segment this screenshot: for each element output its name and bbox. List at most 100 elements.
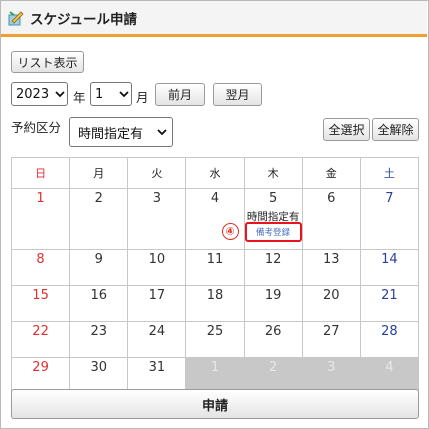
calendar-day-cell[interactable]: 2 (70, 189, 129, 250)
submit-button[interactable]: 申請 (11, 389, 419, 419)
memo-register-link[interactable]: 備考登録 (256, 226, 290, 238)
day-number: 29 (32, 360, 49, 375)
day-number: 10 (148, 252, 166, 267)
month-select-value: 1 (95, 86, 104, 102)
calendar-day-cell[interactable]: 3 (128, 189, 187, 250)
day-number: 2 (268, 360, 278, 375)
prev-month-button[interactable]: 前月 (155, 83, 205, 106)
day-number: 22 (32, 324, 49, 339)
reservation-type-label: 予約区分 (11, 120, 62, 135)
weekday-header: 火 (128, 157, 187, 189)
day-number: 11 (206, 252, 224, 267)
day-number: 21 (381, 288, 398, 303)
page-title: スケジュール申請 (30, 11, 138, 28)
calendar-day-cell[interactable]: 23 (70, 322, 129, 358)
weekday-header: 日 (11, 157, 71, 189)
calendar-day-cell[interactable]: 16 (70, 286, 129, 322)
day-number: 6 (327, 191, 336, 206)
day-number: 15 (32, 288, 49, 303)
calendar-day-cell[interactable]: 18 (186, 286, 245, 322)
calendar-day-cell[interactable]: 24 (128, 322, 187, 358)
day-number: 2 (94, 191, 103, 206)
day-number: 5 (268, 191, 278, 206)
calendar-day-cell[interactable]: 11 (186, 250, 245, 286)
day-number: 9 (94, 252, 103, 267)
calendar-day-cell[interactable]: 28 (360, 322, 419, 358)
reservation-type-value: 時間指定有 (78, 126, 144, 142)
day-number: 4 (210, 191, 220, 206)
day-number: 18 (206, 288, 224, 303)
calendar-day-cell[interactable]: 21 (360, 286, 419, 322)
calendar-day-cell[interactable]: 1 (11, 189, 71, 250)
calendar-day-cell[interactable]: 20 (302, 286, 361, 322)
year-select-value: 2023 (16, 86, 50, 102)
day-number: 16 (90, 288, 107, 303)
day-number: 3 (327, 360, 336, 375)
day-number: 27 (323, 324, 340, 339)
memo-register-highlight: 備考登録 (244, 222, 302, 242)
day-number: 7 (385, 191, 394, 206)
calendar: 日月火水木金土 1 2 3 4 5 時間指定有 備考登録 ④ 6 7 8 9 10 11 12 13 14 15 1… (11, 157, 419, 392)
weekday-header: 金 (302, 157, 361, 189)
day-number: 8 (36, 252, 45, 267)
calendar-week-row: 1 2 3 4 5 時間指定有 備考登録 ④ 6 7 (11, 189, 419, 250)
day-number: 24 (148, 324, 166, 339)
next-month-button[interactable]: 翌月 (213, 83, 262, 106)
day-number: 3 (152, 191, 161, 206)
calendar-day-cell[interactable]: 25 (186, 322, 245, 358)
day-number: 20 (323, 288, 340, 303)
calendar-day-cell[interactable]: 22 (11, 322, 71, 358)
day-number: 4 (385, 360, 394, 375)
clear-all-button[interactable]: 全解除 (372, 118, 419, 141)
calendar-day-cell[interactable]: 15 (11, 286, 71, 322)
calendar-day-cell-other-month: 2 (244, 358, 303, 392)
day-number: 17 (148, 288, 166, 303)
day-number: 12 (264, 252, 282, 267)
calendar-header: 日月火水木金土 (11, 157, 419, 189)
calendar-day-cell[interactable]: 19 (244, 286, 303, 322)
calendar-day-cell[interactable]: 29 (11, 358, 71, 392)
calendar-day-cell[interactable]: 5 時間指定有 備考登録 ④ (221, 189, 303, 250)
calendar-week-row: 15 16 17 18 19 20 21 (11, 286, 419, 322)
calendar-week-row: 22 23 24 25 26 27 28 (11, 322, 419, 358)
calendar-day-cell[interactable]: 8 (11, 250, 71, 286)
chevron-down-icon (53, 90, 67, 98)
day-number: 23 (90, 324, 107, 339)
day-number: 19 (264, 288, 282, 303)
day-number: 28 (381, 324, 398, 339)
calendar-day-cell[interactable]: 6 (302, 189, 361, 250)
title-bar: スケジュール申請 (1, 1, 427, 37)
calendar-day-cell-other-month: 4 (360, 358, 419, 392)
chevron-down-icon (152, 128, 172, 136)
calendar-week-row: 8 9 10 11 12 13 14 (11, 250, 419, 286)
day-number: 1 (210, 360, 220, 375)
calendar-day-cell[interactable]: 31 (128, 358, 187, 392)
calendar-day-cell[interactable]: 27 (302, 322, 361, 358)
day-number: 25 (206, 324, 224, 339)
calendar-day-cell[interactable]: 26 (244, 322, 303, 358)
month-select[interactable]: 1 (90, 82, 132, 106)
calendar-day-cell[interactable]: 7 (360, 189, 419, 250)
day-number: 31 (148, 360, 166, 375)
calendar-day-cell[interactable]: 12 (244, 250, 303, 286)
calendar-day-cell[interactable]: 17 (128, 286, 187, 322)
calendar-day-cell[interactable]: 14 (360, 250, 419, 286)
year-select[interactable]: 2023 (11, 82, 68, 106)
day-number: 1 (36, 191, 45, 206)
step-marker-badge: ④ (221, 223, 239, 240)
reservation-type-select[interactable]: 時間指定有 (69, 117, 173, 147)
weekday-header: 木 (244, 157, 303, 189)
calendar-day-cell-other-month: 1 (186, 358, 245, 392)
day-number: 14 (381, 252, 398, 267)
list-view-button[interactable]: リスト表示 (11, 51, 84, 73)
year-label: 年 (73, 90, 86, 105)
day-number: 13 (323, 252, 340, 267)
calendar-day-cell[interactable]: 9 (70, 250, 129, 286)
select-all-button[interactable]: 全選択 (323, 118, 370, 141)
calendar-day-cell-other-month: 3 (302, 358, 361, 392)
month-label: 月 (136, 90, 149, 105)
calendar-day-cell[interactable]: 4 (186, 189, 245, 250)
calendar-day-cell[interactable]: 30 (70, 358, 129, 392)
calendar-day-cell[interactable]: 10 (128, 250, 187, 286)
calendar-day-cell[interactable]: 13 (302, 250, 361, 286)
